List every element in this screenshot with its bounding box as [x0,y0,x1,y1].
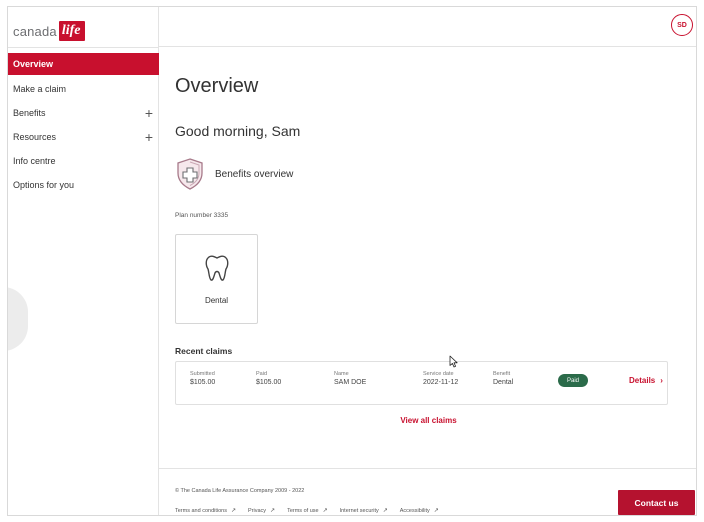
footer-link-label: Accessibility [399,508,430,514]
claim-benefit: Benefit Dental [493,370,513,388]
view-all-claims-link[interactable]: View all claims [159,416,696,425]
claim-benefit-label: Benefit [493,371,511,377]
footer-link-accessibility[interactable]: Accessibility ↗ [400,507,439,514]
decorative-shape [8,287,28,351]
logo-wordmark: canada [13,23,57,39]
claim-submitted: Submitted $105.00 [190,370,215,388]
plus-icon[interactable]: + [145,130,153,144]
sidebar-item-benefits[interactable]: Benefits + [8,101,159,125]
benefit-card-label: Dental [204,296,229,305]
details-label: Details [629,376,656,385]
shield-plus-icon [177,158,203,190]
sidebar-item-info-centre[interactable]: Info centre [8,149,159,173]
external-link-icon: ↗ [270,508,276,514]
footer-link-label: Internet security [339,508,379,514]
avatar[interactable]: SD [671,14,693,36]
claim-name-label: Name [334,371,349,377]
claim-service-date-label: Service date [423,371,454,377]
mouse-cursor-icon [449,355,458,368]
details-link[interactable]: Details › [629,376,663,385]
footer-link-terms-and-conditions[interactable]: Terms and conditions ↗ [175,507,236,514]
sidebar-item-overview[interactable]: Overview [8,53,159,75]
contact-us-button[interactable]: Contact us [618,490,695,515]
claim-paid-value: $105.00 [256,379,282,386]
external-link-icon: ↗ [322,508,328,514]
footer-links: Terms and conditions ↗ Privacy ↗ Terms of … [175,507,451,514]
claim-name: Name SAM DOE [334,370,366,388]
footer-link-privacy[interactable]: Privacy ↗ [248,507,275,514]
sidebar-item-options-for-you[interactable]: Options for you [8,173,159,197]
sidebar-item-label: Make a claim [13,84,67,94]
sidebar: canada life Overview Make a claim Benefi… [8,7,159,515]
plan-number: Plan number 3335 [175,212,229,219]
claim-paid: Paid $105.00 [256,370,281,388]
footer-link-internet-security[interactable]: Internet security ↗ [340,507,388,514]
external-link-icon: ↗ [230,508,237,514]
benefits-overview-heading: Benefits overview [175,157,293,191]
sidebar-item-resources[interactable]: Resources + [8,125,159,149]
copyright: © The Canada Life Assurance Company 2009… [175,488,305,494]
canada-life-logo[interactable]: canada life [13,20,85,42]
main-content: Overview Good morning, Sam Benefits over… [159,48,696,468]
benefit-card-dental[interactable]: Dental [175,234,258,324]
external-link-icon: ↗ [382,508,388,514]
sidebar-item-label: Info centre [13,156,56,166]
claim-paid-label: Paid [256,371,268,377]
footer-link-terms-of-use[interactable]: Terms of use ↗ [287,507,328,514]
logo-mark: life [58,21,85,41]
sidebar-item-make-a-claim[interactable]: Make a claim [8,77,159,101]
greeting: Good morning, Sam [175,123,301,139]
claim-service-date: Service date 2022-11-12 [423,370,458,388]
plus-icon[interactable]: + [145,106,153,120]
external-link-icon: ↗ [433,508,439,514]
claim-benefit-value: Dental [493,379,514,386]
footer-link-label: Privacy [248,508,267,514]
claim-row: Submitted $105.00 Paid $105.00 Name SAM … [175,361,668,405]
divider [8,47,159,48]
page-title: Overview [175,75,259,97]
footer-link-label: Terms and conditions [175,508,227,514]
status-badge: Paid [558,374,588,387]
sidebar-item-label: Resources [13,132,57,142]
footer: © The Canada Life Assurance Company 2009… [159,468,696,515]
sidebar-item-label: Options for you [13,180,75,190]
claim-name-value: SAM DOE [334,379,367,386]
tooth-icon [205,255,229,281]
claim-submitted-label: Submitted [190,371,215,377]
sidebar-item-label: Benefits [13,108,46,118]
sidebar-nav: Overview Make a claim Benefits + Resourc… [8,53,159,197]
footer-link-label: Terms of use [287,508,319,514]
header: SD [159,7,696,47]
benefits-overview-label: Benefits overview [215,168,294,180]
app-window: canada life Overview Make a claim Benefi… [7,6,697,516]
sidebar-item-label: Overview [13,59,54,69]
chevron-right-icon: › [660,376,663,385]
claim-submitted-value: $105.00 [190,379,216,386]
recent-claims-heading: Recent claims [175,346,233,356]
claim-service-date-value: 2022-11-12 [423,379,459,386]
